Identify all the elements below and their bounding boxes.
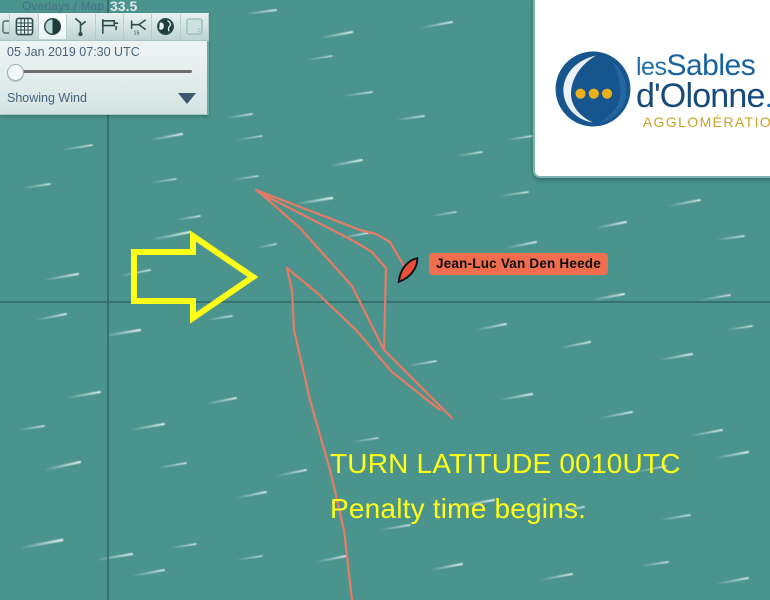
time-slider-handle[interactable] — [7, 64, 24, 81]
overlays-panel-title: Overlays / Map — [22, 0, 105, 13]
overlays-map-panel: 33.5 Overlays / Map 15 05 Jan 2019 07:30… — [0, 0, 209, 115]
sponsor-logo-card: lesSables d'Olonne... AGGLOMÉRATION — [533, 0, 770, 178]
isobar-icon: 15 — [130, 19, 146, 36]
layer-select[interactable]: Showing Wind — [7, 87, 200, 109]
wind-barb-button[interactable] — [67, 14, 96, 39]
time-readout: 05 Jan 2019 07:30 UTC — [7, 45, 140, 59]
wind-flag-icon — [101, 19, 119, 34]
caption-line-2: Penalty time begins. — [330, 493, 587, 524]
sponsor-logo-line-3: AGGLOMÉRATION — [642, 114, 770, 130]
contrast-icon — [43, 17, 62, 36]
partial-edge-glyph-icon — [2, 19, 9, 34]
wind-barb-icon — [75, 18, 87, 36]
wind-flag-button[interactable] — [96, 14, 124, 39]
globe-button[interactable] — [152, 14, 181, 39]
sponsor-logo-line-2: d'Olonne... — [636, 79, 770, 115]
yellow-arrow-icon — [131, 230, 259, 324]
time-and-layer-panel: 05 Jan 2019 07:30 UTC Showing Wind — [0, 41, 209, 115]
value-readout-ghost: 33.5 — [110, 0, 138, 14]
time-slider-track[interactable] — [14, 70, 192, 73]
sponsor-logo-dolonne: d'Olonne — [636, 77, 765, 115]
grid-button[interactable] — [10, 14, 39, 39]
caption-block: TURN LATITUDE 0010UTC Penalty time begin… — [330, 441, 681, 531]
sponsor-logo-mark-icon — [555, 51, 631, 127]
frame-icon — [185, 18, 203, 35]
isobar-button[interactable]: 15 — [124, 14, 153, 39]
layer-select-value: Showing Wind — [7, 91, 87, 105]
sponsor-logo-dots: ... — [765, 81, 770, 114]
time-slider[interactable] — [7, 62, 200, 81]
map-viewer-window: Jean-Luc Van Den Heede TURN LATITUDE 001… — [0, 0, 770, 600]
sponsor-logo-inner: lesSables d'Olonne... AGGLOMÉRATION — [542, 3, 770, 169]
sponsor-logo: lesSables d'Olonne... AGGLOMÉRATION — [554, 50, 770, 130]
boat-label[interactable]: Jean-Luc Van Den Heede — [429, 253, 608, 275]
globe-icon — [157, 18, 175, 35]
contrast-button[interactable] — [38, 14, 68, 39]
partial-edge-icon[interactable] — [0, 14, 11, 39]
caption-line-1: TURN LATITUDE 0010UTC — [330, 448, 681, 479]
chevron-down-icon[interactable] — [178, 92, 196, 104]
overlays-toolbar: 15 — [0, 13, 209, 41]
sponsor-logo-text: lesSables d'Olonne... AGGLOMÉRATION — [636, 50, 770, 131]
overlays-title-row: 33.5 Overlays / Map — [0, 0, 209, 14]
isobar-value-label: 15 — [133, 31, 139, 36]
grid-icon — [15, 17, 33, 36]
frame-button[interactable] — [181, 14, 209, 39]
